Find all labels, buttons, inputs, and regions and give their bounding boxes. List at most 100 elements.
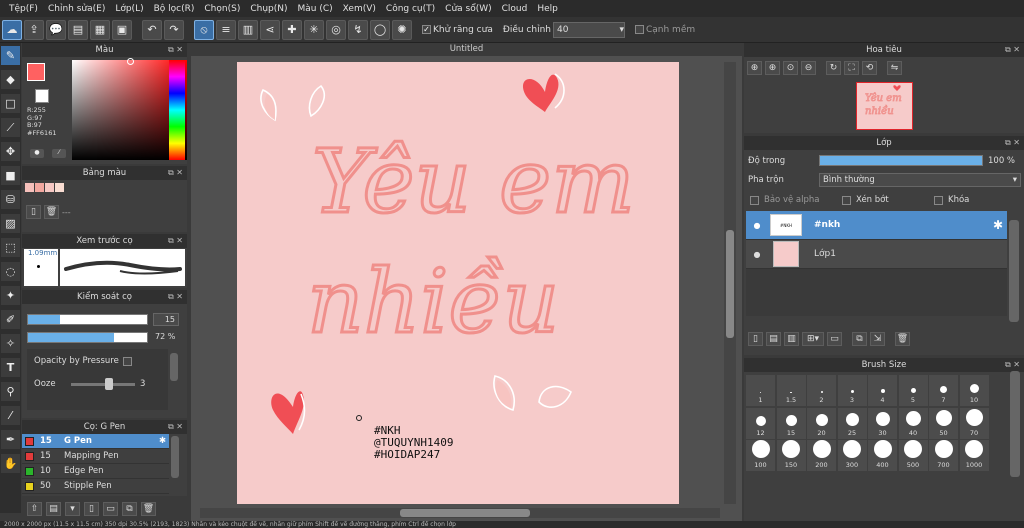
hue-slider[interactable] bbox=[169, 60, 185, 160]
select-pen-icon[interactable]: ✐ bbox=[1, 310, 20, 329]
curve-snap-icon[interactable]: ↯ bbox=[348, 19, 368, 40]
merge-down-icon[interactable]: ⇲ bbox=[870, 332, 885, 346]
adjust-select[interactable]: 40 ▾ bbox=[552, 21, 625, 38]
gear-icon[interactable]: ✱ bbox=[993, 218, 1003, 232]
vanishing-snap-icon[interactable]: ✳ bbox=[304, 19, 324, 40]
menu-file[interactable]: Tệp(F) bbox=[4, 4, 43, 14]
delete-layer-icon[interactable]: 🗑 bbox=[895, 332, 910, 346]
menu-cloud[interactable]: Cloud bbox=[497, 4, 533, 14]
menu-tools[interactable]: Công cụ(T) bbox=[381, 4, 440, 14]
eye-icon[interactable]: ● bbox=[746, 250, 768, 259]
new-layer-icon[interactable]: ▯ bbox=[748, 332, 763, 346]
concentric-snap-icon[interactable]: ◎ bbox=[326, 19, 346, 40]
brush-size-cell[interactable]: 4 bbox=[868, 375, 897, 406]
eyedropper-icon[interactable]: ⁄ bbox=[1, 406, 20, 425]
zoom-in-icon[interactable]: ⊕ bbox=[747, 61, 762, 75]
brush-size-cell[interactable]: 70 bbox=[959, 407, 989, 439]
eyedropper-small-icon[interactable]: ⁄ bbox=[52, 149, 66, 158]
brush-size-cell[interactable]: 12 bbox=[746, 407, 775, 439]
brush-size-slider[interactable] bbox=[27, 314, 148, 325]
text-tool-icon[interactable]: T bbox=[1, 358, 20, 377]
brush-size-value[interactable]: 15 bbox=[153, 313, 179, 326]
expand-icon[interactable]: ⧉ ✕ bbox=[1005, 136, 1020, 150]
brush-size-cell[interactable]: 500 bbox=[898, 440, 928, 471]
delete-icon[interactable]: 🗑 bbox=[141, 502, 156, 516]
foreground-color-swatch[interactable] bbox=[27, 63, 45, 81]
expand-icon[interactable]: ⧉ ✕ bbox=[1005, 358, 1020, 372]
no-snap-icon[interactable]: ⦸ bbox=[194, 19, 214, 40]
menu-capture[interactable]: Chụp(N) bbox=[245, 4, 292, 14]
duplicate-icon[interactable]: ⧉ bbox=[122, 502, 137, 516]
select-eraser-icon[interactable]: ✧ bbox=[1, 334, 20, 353]
zoom-in-2-icon[interactable]: ⊕ bbox=[765, 61, 780, 75]
menu-view[interactable]: Xem(V) bbox=[338, 4, 381, 14]
rotate-reset-icon[interactable]: ⟲ bbox=[862, 61, 877, 75]
new-1bit-layer-icon[interactable]: ▥ bbox=[784, 332, 799, 346]
gradient-icon[interactable]: ▨ bbox=[1, 214, 20, 233]
brush-size-cell[interactable]: 10 bbox=[959, 375, 989, 406]
brush-size-cell[interactable]: 700 bbox=[929, 440, 958, 471]
brush-size-cell[interactable]: 20 bbox=[807, 407, 836, 439]
color-mode-icon[interactable]: ● bbox=[30, 149, 44, 158]
page-icon[interactable]: ▦ bbox=[90, 19, 110, 40]
brush-size-scrollbar[interactable] bbox=[1010, 371, 1020, 477]
brush-size-cell[interactable]: 7 bbox=[929, 375, 958, 406]
document-tab[interactable]: Untitled bbox=[191, 43, 742, 56]
ooze-slider[interactable] bbox=[71, 383, 135, 386]
add-brush-icon[interactable]: ▤ bbox=[46, 502, 61, 516]
lasso-icon[interactable]: ◌ bbox=[1, 262, 20, 281]
folder-icon[interactable]: ▭ bbox=[103, 502, 118, 516]
grid-snap-icon[interactable]: ▥ bbox=[238, 19, 258, 40]
brush-item[interactable]: 15 G Pen ✱ bbox=[22, 434, 169, 449]
brush-size-cell[interactable]: 1 bbox=[746, 375, 775, 406]
rectangle-select-icon[interactable]: □ bbox=[1, 94, 20, 113]
brush-control-scrollbar[interactable] bbox=[170, 353, 178, 381]
bucket-icon[interactable]: ⛁ bbox=[1, 190, 20, 209]
clipping-checkbox[interactable] bbox=[842, 195, 851, 205]
menu-help[interactable]: Help bbox=[532, 4, 563, 14]
palette-swatch[interactable] bbox=[55, 183, 64, 192]
move-tool-icon[interactable]: ✥ bbox=[1, 142, 20, 161]
brush-size-cell[interactable]: 1000 bbox=[959, 440, 989, 471]
protect-alpha-checkbox[interactable] bbox=[750, 195, 759, 205]
brush-size-cell[interactable]: 400 bbox=[868, 440, 897, 471]
brush-size-cell[interactable]: 25 bbox=[837, 407, 867, 439]
horizontal-scroll-thumb[interactable] bbox=[400, 509, 530, 517]
navigator-thumbnail[interactable]: Yêu em nhiều bbox=[856, 82, 913, 130]
brush-size-cell[interactable]: 150 bbox=[776, 440, 806, 471]
parallel-snap-icon[interactable]: ≡ bbox=[216, 19, 236, 40]
new-palette-icon[interactable]: ▯ bbox=[26, 205, 41, 219]
radial-snap-icon[interactable]: ⋖ bbox=[260, 19, 280, 40]
zoom-fit-icon[interactable]: ⊙ bbox=[783, 61, 798, 75]
fit-window-icon[interactable]: ⛶ bbox=[844, 61, 859, 75]
brush-tool-icon[interactable]: ✎ bbox=[1, 46, 20, 65]
fill-shape-icon[interactable]: ■ bbox=[1, 166, 20, 185]
brush-menu-icon[interactable]: ▾ bbox=[65, 502, 80, 516]
ooze-slider-thumb[interactable] bbox=[105, 378, 113, 390]
settings-snap-icon[interactable]: ✺ bbox=[392, 19, 412, 40]
lock-checkbox[interactable] bbox=[934, 195, 943, 205]
brush-size-cell[interactable]: 100 bbox=[746, 440, 775, 471]
circle-snap-icon[interactable]: ◯ bbox=[370, 19, 390, 40]
cloud-icon[interactable]: ☁ bbox=[2, 19, 22, 40]
brush-size-cell[interactable]: 5 bbox=[898, 375, 928, 406]
expand-icon[interactable]: ⧉ ✕ bbox=[1005, 43, 1020, 57]
brush-size-cell[interactable]: 50 bbox=[929, 407, 958, 439]
upload-icon[interactable]: ⇧ bbox=[27, 502, 42, 516]
brush-size-cell[interactable]: 3 bbox=[837, 375, 867, 406]
brush-size-cell[interactable]: 15 bbox=[776, 407, 806, 439]
brush-size-cell[interactable]: 1.5 bbox=[776, 375, 806, 406]
brush-size-cell[interactable]: 40 bbox=[898, 407, 928, 439]
background-color-swatch[interactable] bbox=[35, 89, 49, 103]
line-tool-icon[interactable]: ⟋ bbox=[1, 118, 20, 137]
layer-row-lop1[interactable]: ● Lớp1 bbox=[746, 240, 1007, 269]
brush-item[interactable]: 50 Stipple Pen bbox=[22, 479, 169, 494]
palette-swatch[interactable] bbox=[45, 183, 54, 192]
save-icon[interactable]: ▣ bbox=[112, 19, 132, 40]
brush-item[interactable]: 10 Edge Pen bbox=[22, 464, 169, 479]
copy-icon[interactable]: ▯ bbox=[84, 502, 99, 516]
eye-icon[interactable]: ● bbox=[746, 221, 768, 230]
eraser-tool-icon[interactable]: ◆ bbox=[1, 70, 20, 89]
zoom-out-icon[interactable]: ⊖ bbox=[801, 61, 816, 75]
menu-color[interactable]: Màu (C) bbox=[293, 4, 338, 14]
